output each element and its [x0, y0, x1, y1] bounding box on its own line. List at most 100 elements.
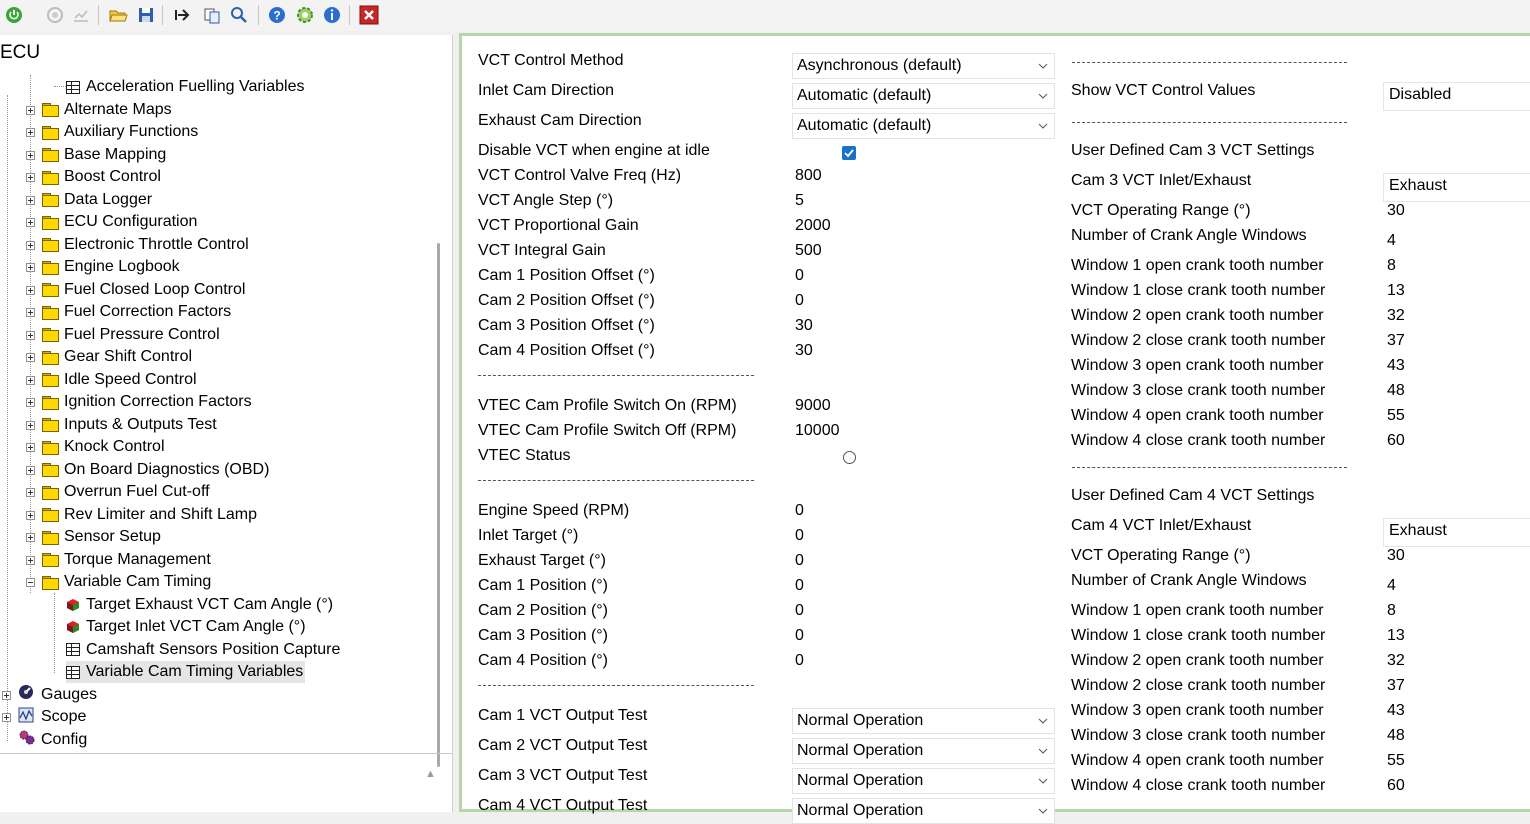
inlet-cam-direction-select[interactable]: Automatic (default) — [792, 83, 1055, 109]
param-value[interactable]: 500 — [795, 242, 822, 260]
expand-plus-icon[interactable] — [26, 150, 35, 160]
crank-window-value[interactable]: 60 — [1387, 777, 1405, 795]
crank-windows-value[interactable]: 4 — [1387, 232, 1396, 250]
tree-item[interactable]: Rev Limiter and Shift Lamp — [42, 504, 257, 526]
expand-plus-icon[interactable] — [26, 218, 35, 227]
tree-item[interactable]: Fuel Correction Factors — [42, 301, 231, 323]
tree-item[interactable]: Variable Cam Timing Variables — [66, 661, 306, 683]
tree-item[interactable]: Idle Speed Control — [42, 369, 197, 391]
expand-plus-icon[interactable] — [26, 173, 35, 182]
save-icon[interactable] — [135, 4, 157, 26]
expand-plus-icon[interactable] — [26, 128, 35, 137]
expand-plus-icon[interactable] — [26, 105, 35, 115]
tree-item[interactable]: Overrun Fuel Cut-off — [42, 481, 210, 503]
param-value[interactable]: 30 — [795, 342, 813, 360]
crank-window-value[interactable]: 13 — [1387, 282, 1405, 300]
param-value[interactable]: 2000 — [795, 217, 831, 235]
settings-icon[interactable] — [294, 4, 316, 26]
tree-item[interactable]: Ignition Correction Factors — [42, 391, 252, 413]
expand-plus-icon[interactable] — [26, 555, 35, 565]
help-icon[interactable]: ? — [266, 4, 288, 26]
live-value-value[interactable]: 0 — [795, 602, 804, 620]
tree-item[interactable]: Gauges — [18, 684, 97, 706]
crank-window-value[interactable]: 55 — [1387, 407, 1405, 425]
live-value-value[interactable]: 0 — [795, 652, 804, 670]
tree-item[interactable]: ECU Configuration — [42, 211, 197, 233]
info-icon[interactable] — [321, 4, 343, 26]
param-value[interactable]: 0 — [795, 267, 804, 285]
tree-root-label[interactable]: ECU — [0, 42, 40, 64]
crank-window-value[interactable]: 37 — [1387, 332, 1405, 350]
tree-item[interactable]: Torque Management — [42, 549, 211, 571]
live-value-value[interactable]: 0 — [795, 627, 804, 645]
expand-plus-icon[interactable] — [26, 308, 35, 317]
tree-item[interactable]: Fuel Closed Loop Control — [42, 279, 245, 301]
search-icon[interactable] — [228, 4, 250, 26]
tree-item[interactable]: Target Exhaust VCT Cam Angle (°) — [66, 594, 333, 616]
expand-plus-icon[interactable] — [26, 240, 35, 250]
tree-item[interactable]: Engine Logbook — [42, 256, 180, 278]
operating-range-value[interactable]: 30 — [1387, 202, 1405, 220]
cam-inlet-exhaust-select[interactable]: Exhaust — [1383, 518, 1530, 547]
tree-item[interactable]: Target Inlet VCT Cam Angle (°) — [66, 616, 306, 638]
disconnect-icon[interactable] — [44, 4, 66, 26]
crank-window-value[interactable]: 8 — [1387, 257, 1396, 275]
show-vct-values-select[interactable]: Disabled — [1383, 82, 1530, 111]
expand-plus-icon[interactable] — [26, 533, 35, 542]
tree-item[interactable]: Inputs & Outputs Test — [42, 414, 217, 436]
crank-window-value[interactable]: 60 — [1387, 432, 1405, 450]
expand-plus-icon[interactable] — [26, 285, 35, 295]
expand-plus-icon[interactable] — [2, 713, 11, 722]
tree-item[interactable]: Auxiliary Functions — [42, 121, 198, 143]
expand-plus-icon[interactable] — [26, 195, 35, 205]
crank-window-value[interactable]: 8 — [1387, 602, 1396, 620]
crank-window-value[interactable]: 32 — [1387, 307, 1405, 325]
expand-plus-icon[interactable] — [26, 443, 35, 452]
live-value-value[interactable]: 0 — [795, 552, 804, 570]
live-value-value[interactable]: 0 — [795, 577, 804, 595]
crank-window-value[interactable]: 13 — [1387, 627, 1405, 645]
exhaust-cam-direction-select[interactable]: Automatic (default) — [792, 113, 1055, 139]
expand-plus-icon[interactable] — [26, 353, 35, 362]
expand-plus-icon[interactable] — [2, 690, 11, 700]
tree-item[interactable]: Data Logger — [42, 189, 152, 211]
crank-window-value[interactable]: 48 — [1387, 382, 1405, 400]
collapse-minus-icon[interactable] — [26, 578, 35, 587]
disable-vct-idle-checkbox[interactable] — [842, 146, 856, 160]
tree-item[interactable]: Scope — [18, 706, 86, 728]
crank-window-value[interactable]: 55 — [1387, 752, 1405, 770]
vtec-param-value[interactable]: 9000 — [795, 397, 831, 415]
open-folder-icon[interactable] — [107, 4, 129, 26]
tree-item[interactable]: On Board Diagnostics (OBD) — [42, 459, 269, 481]
expand-plus-icon[interactable] — [26, 330, 35, 340]
tree-item[interactable]: Sensor Setup — [42, 526, 161, 548]
tree-item[interactable]: Acceleration Fuelling Variables — [66, 76, 304, 98]
scroll-up-arrow-icon[interactable]: ▲ — [425, 768, 436, 780]
cam-inlet-exhaust-select[interactable]: Exhaust — [1383, 173, 1530, 202]
expand-plus-icon[interactable] — [26, 398, 35, 407]
chart-icon[interactable] — [70, 4, 92, 26]
tree-item[interactable]: Boost Control — [42, 166, 161, 188]
expand-plus-icon[interactable] — [26, 420, 35, 430]
expand-plus-icon[interactable] — [26, 510, 35, 520]
live-value-value[interactable]: 0 — [795, 527, 804, 545]
crank-window-value[interactable]: 43 — [1387, 702, 1405, 720]
crank-window-value[interactable]: 48 — [1387, 727, 1405, 745]
live-value-value[interactable]: 0 — [795, 502, 804, 520]
tree-item[interactable]: Electronic Throttle Control — [42, 234, 249, 256]
copy-icon[interactable] — [201, 4, 223, 26]
param-value[interactable]: 0 — [795, 292, 804, 310]
param-value[interactable]: 5 — [795, 192, 804, 210]
power-icon[interactable] — [3, 4, 25, 26]
param-value[interactable]: 30 — [795, 317, 813, 335]
expand-plus-icon[interactable] — [26, 263, 35, 272]
tree-item[interactable]: Knock Control — [42, 436, 165, 458]
tree-item[interactable]: Alternate Maps — [42, 99, 172, 121]
crank-window-value[interactable]: 32 — [1387, 652, 1405, 670]
param-value[interactable]: 800 — [795, 167, 822, 185]
expand-plus-icon[interactable] — [26, 488, 35, 497]
operating-range-value[interactable]: 30 — [1387, 547, 1405, 565]
tree-item[interactable]: Variable Cam Timing — [42, 571, 211, 593]
expand-plus-icon[interactable] — [26, 465, 35, 475]
crank-window-value[interactable]: 37 — [1387, 677, 1405, 695]
